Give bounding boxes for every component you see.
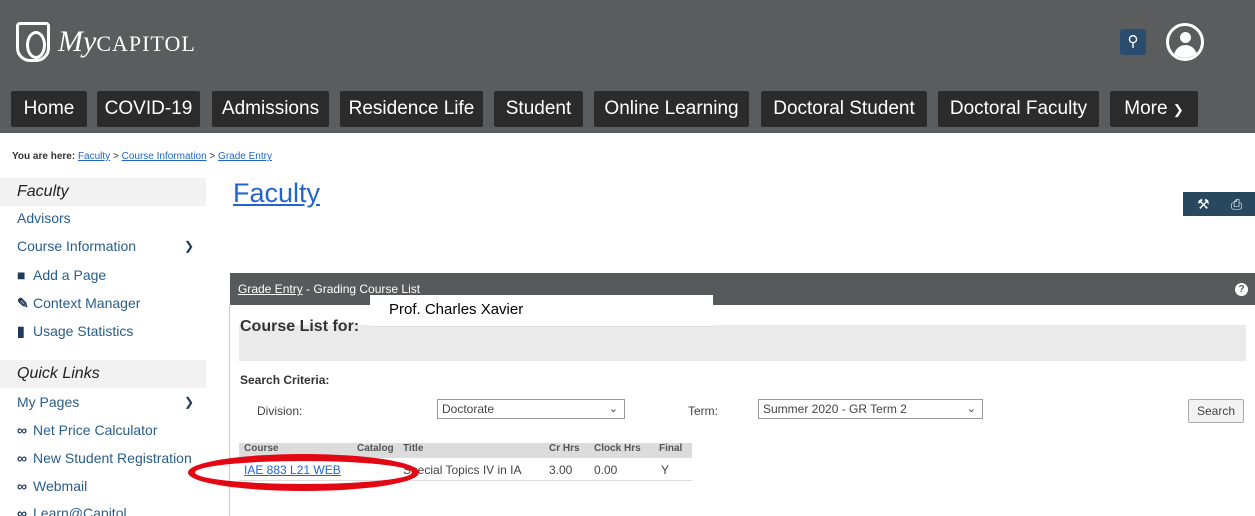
- print-icon[interactable]: ⎙: [1231, 192, 1242, 216]
- link-icon: ∞: [17, 422, 27, 438]
- sidebar-item-context-manager[interactable]: ✎ Context Manager: [17, 293, 202, 313]
- shield-logo-icon: [16, 22, 50, 62]
- toolbar: ⚒ ⎙: [1183, 192, 1255, 216]
- col-final: Final: [659, 443, 683, 454]
- breadcrumb-faculty[interactable]: Faculty: [78, 151, 110, 162]
- col-clock-hrs: Clock Hrs: [594, 443, 641, 454]
- link-icon: ∞: [17, 450, 27, 466]
- link-icon: ∞: [17, 505, 27, 516]
- panel-header-title: - Grading Course List: [302, 282, 421, 296]
- division-select[interactable]: Doctorate ⌄: [437, 399, 625, 419]
- mycapitol-logo[interactable]: MyCAPITOL: [16, 22, 196, 62]
- breadcrumb-course-information[interactable]: Course Information: [122, 151, 207, 162]
- sidebar-item-label: Learn@Capitol: [33, 505, 127, 516]
- edit-icon: ✎: [17, 295, 29, 311]
- chevron-down-icon: ❯: [1172, 102, 1184, 117]
- sidebar-item-net-price-calculator[interactable]: ∞ Net Price Calculator: [17, 420, 202, 440]
- site-header: MyCAPITOL ⚲ Home COVID-19 Admissions Res…: [0, 0, 1255, 133]
- logo-capitol-text: CAPITOL: [96, 31, 196, 56]
- sidebar-item-label: Webmail: [33, 478, 88, 494]
- term-select-value: Summer 2020 - GR Term 2: [763, 402, 907, 416]
- division-label: Division:: [257, 404, 303, 418]
- sidebar-item-label: New Student Registration: [33, 450, 192, 466]
- chevron-down-icon: ⌄: [966, 403, 976, 415]
- sidebar-item-label: Net Price Calculator: [33, 422, 158, 438]
- sidebar-item-label: My Pages: [17, 394, 80, 410]
- sidebar-item-label: Context Manager: [33, 295, 141, 311]
- help-icon[interactable]: ?: [1235, 283, 1248, 296]
- sidebar-item-my-pages[interactable]: My Pages ❯: [17, 392, 202, 412]
- search-button[interactable]: Search: [1188, 399, 1244, 423]
- sidebar: Faculty Advisors Course Information ❯ ■ A…: [0, 176, 206, 516]
- bar-chart-icon: ▮: [17, 323, 25, 339]
- nav-student[interactable]: Student: [494, 91, 583, 127]
- nav-online-learning[interactable]: Online Learning: [594, 91, 749, 127]
- sidebar-item-usage-statistics[interactable]: ▮ Usage Statistics: [17, 321, 202, 341]
- search-icon[interactable]: ⚲: [1120, 29, 1146, 55]
- col-cr-hrs: Cr Hrs: [549, 443, 580, 454]
- nav-home[interactable]: Home: [11, 91, 87, 127]
- sidebar-item-learn-capitol[interactable]: ∞ Learn@Capitol: [17, 503, 202, 516]
- term-select[interactable]: Summer 2020 - GR Term 2 ⌄: [758, 399, 983, 419]
- col-title: Title: [403, 443, 424, 454]
- wrench-icon[interactable]: ⚒: [1197, 192, 1210, 216]
- grade-entry-link[interactable]: Grade Entry: [238, 282, 303, 296]
- nav-more[interactable]: More ❯: [1110, 91, 1198, 127]
- chevron-down-icon[interactable]: ❯: [184, 236, 194, 256]
- col-course: Course: [244, 443, 279, 454]
- sidebar-item-label: Add a Page: [33, 267, 107, 283]
- sidebar-item-advisors[interactable]: Advisors: [17, 208, 202, 228]
- link-icon: ∞: [17, 478, 27, 494]
- sidebar-item-new-student-registration[interactable]: ∞ New Student Registration: [17, 448, 202, 468]
- nav-admissions[interactable]: Admissions: [212, 91, 329, 127]
- user-circle-icon[interactable]: [1166, 23, 1204, 61]
- nav-doctoral-faculty[interactable]: Doctoral Faculty: [938, 91, 1099, 127]
- sidebar-heading-quick-links: Quick Links: [0, 360, 206, 388]
- info-bar: [239, 325, 1246, 361]
- highlight-annotation: [188, 454, 419, 491]
- nav-more-label: More: [1124, 98, 1168, 119]
- chevron-down-icon[interactable]: ❯: [184, 392, 194, 412]
- course-final: Y: [661, 463, 670, 477]
- nav-covid-19[interactable]: COVID-19: [97, 91, 200, 127]
- division-select-value: Doctorate: [442, 402, 495, 416]
- col-catalog: Catalog: [357, 443, 394, 454]
- breadcrumb-grade-entry[interactable]: Grade Entry: [218, 151, 272, 162]
- nav-residence-life[interactable]: Residence Life: [340, 91, 483, 127]
- nav-doctoral-student[interactable]: Doctoral Student: [761, 91, 927, 127]
- sidebar-item-label: Course Information: [17, 238, 137, 254]
- course-list-label: Course List for:: [240, 318, 360, 335]
- course-title: Special Topics IV in IA: [403, 463, 522, 477]
- term-label: Term:: [688, 404, 718, 418]
- course-cr-hrs: 3.00: [549, 463, 573, 477]
- sidebar-item-webmail[interactable]: ∞ Webmail: [17, 476, 202, 496]
- professor-name: Prof. Charles Xavier: [389, 301, 524, 318]
- sidebar-item-course-information[interactable]: Course Information ❯: [17, 236, 202, 256]
- sidebar-item-add-page[interactable]: ■ Add a Page: [17, 265, 202, 285]
- breadcrumb: You are here: Faculty > Course Informati…: [12, 151, 272, 162]
- course-clock-hrs: 0.00: [594, 463, 618, 477]
- breadcrumb-prefix: You are here:: [12, 151, 76, 162]
- logo-my-text: My: [58, 25, 97, 58]
- sidebar-item-label: Usage Statistics: [33, 323, 134, 339]
- sidebar-heading-faculty: Faculty: [0, 178, 206, 206]
- search-criteria-label: Search Criteria:: [240, 373, 330, 387]
- folder-plus-icon: ■: [17, 267, 26, 283]
- page-title[interactable]: Faculty: [233, 178, 320, 209]
- chevron-down-icon: ⌄: [608, 403, 618, 415]
